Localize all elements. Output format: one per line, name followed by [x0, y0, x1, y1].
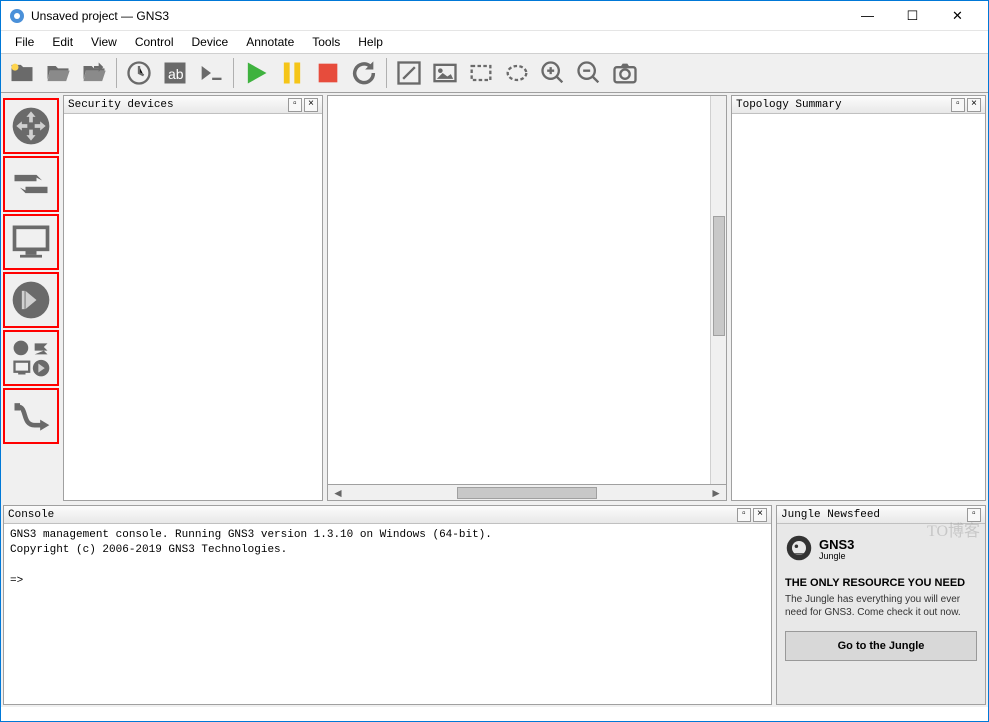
pause-all-icon[interactable] — [275, 56, 309, 90]
reload-all-icon[interactable] — [347, 56, 381, 90]
draw-ellipse-icon[interactable] — [500, 56, 534, 90]
console-title: Console — [8, 509, 54, 521]
go-to-jungle-button[interactable]: Go to the Jungle — [785, 631, 977, 661]
close-button[interactable]: ✕ — [935, 2, 980, 30]
menu-edit[interactable]: Edit — [44, 33, 81, 51]
zoom-out-icon[interactable] — [572, 56, 606, 90]
snapshot-icon[interactable] — [122, 56, 156, 90]
security-devices-body — [64, 114, 322, 500]
svg-text:ab: ab — [168, 66, 184, 82]
panel-undock-icon[interactable]: ▫ — [951, 98, 965, 112]
canvas-vscroll[interactable] — [710, 96, 726, 484]
minimize-button[interactable]: — — [845, 2, 890, 30]
menu-control[interactable]: Control — [127, 33, 182, 51]
new-project-icon[interactable] — [5, 56, 39, 90]
device-toolbar — [1, 93, 61, 503]
titlebar: Unsaved project — GNS3 — ☐ ✕ — [1, 1, 988, 31]
security-devices-title: Security devices — [68, 99, 174, 111]
menu-device[interactable]: Device — [184, 33, 237, 51]
menu-annotate[interactable]: Annotate — [238, 33, 302, 51]
panel-close-icon[interactable]: × — [753, 508, 767, 522]
end-devices-button[interactable] — [3, 214, 59, 270]
start-all-icon[interactable] — [239, 56, 273, 90]
topology-canvas[interactable] — [327, 95, 727, 485]
panel-undock-icon[interactable]: ▫ — [737, 508, 751, 522]
menu-help[interactable]: Help — [350, 33, 391, 51]
switch-devices-button[interactable] — [3, 156, 59, 212]
screenshot-icon[interactable] — [608, 56, 642, 90]
topology-summary-title: Topology Summary — [736, 99, 842, 111]
topology-summary-panel: Topology Summary ▫ × — [731, 95, 986, 501]
console-panel: Console ▫ × GNS3 management console. Run… — [3, 505, 772, 705]
menu-tools[interactable]: Tools — [304, 33, 348, 51]
window-title: Unsaved project — GNS3 — [31, 9, 845, 23]
panel-close-icon[interactable]: × — [967, 98, 981, 112]
canvas-hscroll[interactable]: ◄► — [327, 485, 727, 501]
show-interface-labels-icon[interactable]: ab — [158, 56, 192, 90]
panel-undock-icon[interactable]: ▫ — [288, 98, 302, 112]
jungle-description: The Jungle has everything you will ever … — [785, 593, 977, 619]
console-output[interactable]: GNS3 management console. Running GNS3 ve… — [4, 524, 771, 704]
menu-file[interactable]: File — [7, 33, 42, 51]
open-project-icon[interactable] — [41, 56, 75, 90]
panel-close-icon[interactable]: × — [304, 98, 318, 112]
save-project-icon[interactable] — [77, 56, 111, 90]
zoom-in-icon[interactable] — [536, 56, 570, 90]
security-devices-button[interactable] — [3, 272, 59, 328]
draw-rectangle-icon[interactable] — [464, 56, 498, 90]
topology-summary-body — [732, 114, 985, 500]
router-devices-button[interactable] — [3, 98, 59, 154]
menu-view[interactable]: View — [83, 33, 125, 51]
security-devices-panel: Security devices ▫ × — [63, 95, 323, 501]
insert-image-icon[interactable] — [428, 56, 462, 90]
all-devices-button[interactable] — [3, 330, 59, 386]
jungle-title: Jungle Newsfeed — [781, 509, 880, 521]
jungle-headline: THE ONLY RESOURCE YOU NEED — [785, 577, 977, 589]
canvas-area: ◄► — [327, 95, 727, 501]
stop-all-icon[interactable] — [311, 56, 345, 90]
jungle-brand-sub: Jungle — [819, 551, 854, 561]
console-all-icon[interactable] — [194, 56, 228, 90]
jungle-body: GNS3 Jungle THE ONLY RESOURCE YOU NEED T… — [777, 524, 985, 704]
app-icon — [9, 8, 25, 24]
jungle-logo-icon — [785, 534, 813, 565]
add-note-icon[interactable] — [392, 56, 426, 90]
add-link-button[interactable] — [3, 388, 59, 444]
jungle-newsfeed-panel: Jungle Newsfeed ▫ GNS3 Jungle THE ONLY R… — [776, 505, 986, 705]
menubar: File Edit View Control Device Annotate T… — [1, 31, 988, 53]
maximize-button[interactable]: ☐ — [890, 2, 935, 30]
panel-undock-icon[interactable]: ▫ — [967, 508, 981, 522]
main-toolbar: ab — [1, 53, 988, 93]
jungle-brand: GNS3 — [819, 538, 854, 551]
